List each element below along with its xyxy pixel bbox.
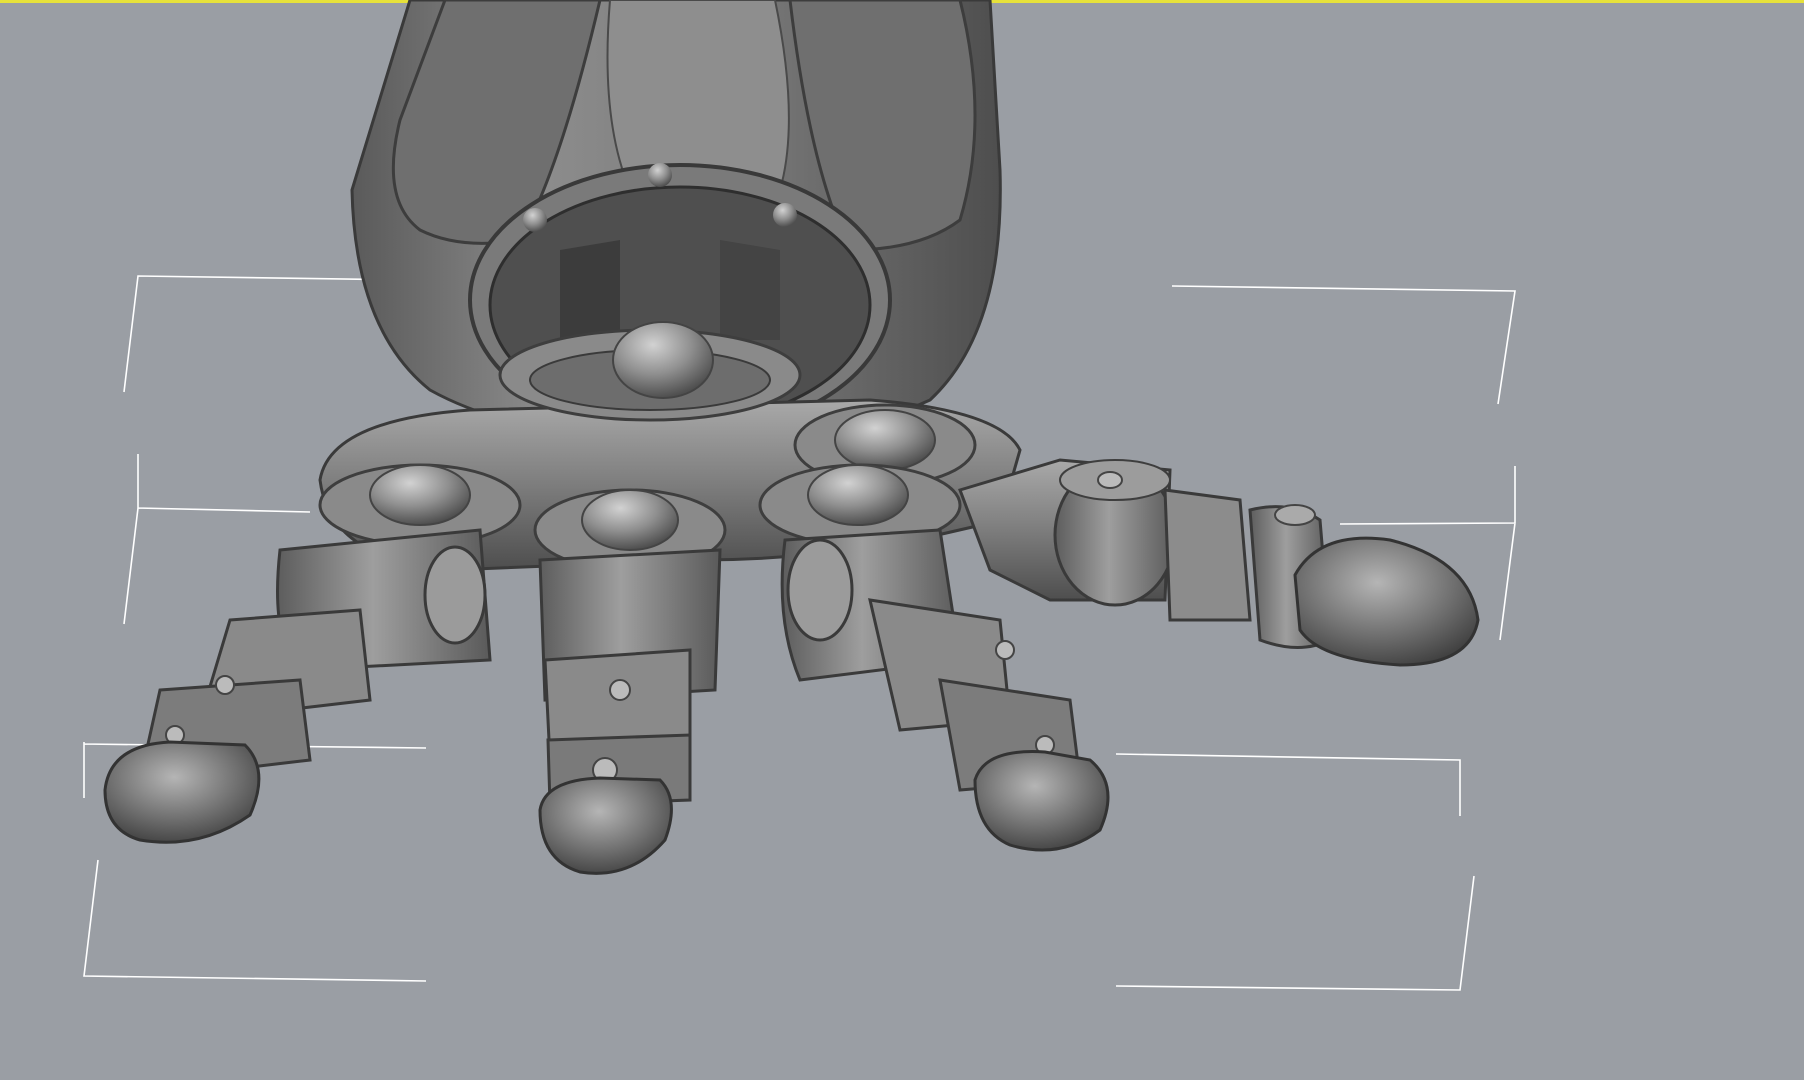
bbox-bracket-lower-right (1115, 753, 1461, 816)
viewport-canvas[interactable] (0, 0, 1804, 1080)
bbox-bracket-bottom-right (1115, 875, 1475, 991)
thumb[interactable] (958, 458, 1480, 667)
bbox-bracket-bottom-left (83, 859, 427, 982)
finger-middle[interactable] (538, 548, 722, 875)
bbox-bracket-top-right (1171, 285, 1516, 405)
finger-left[interactable] (103, 528, 492, 844)
3d-viewport[interactable] (0, 0, 1804, 1080)
